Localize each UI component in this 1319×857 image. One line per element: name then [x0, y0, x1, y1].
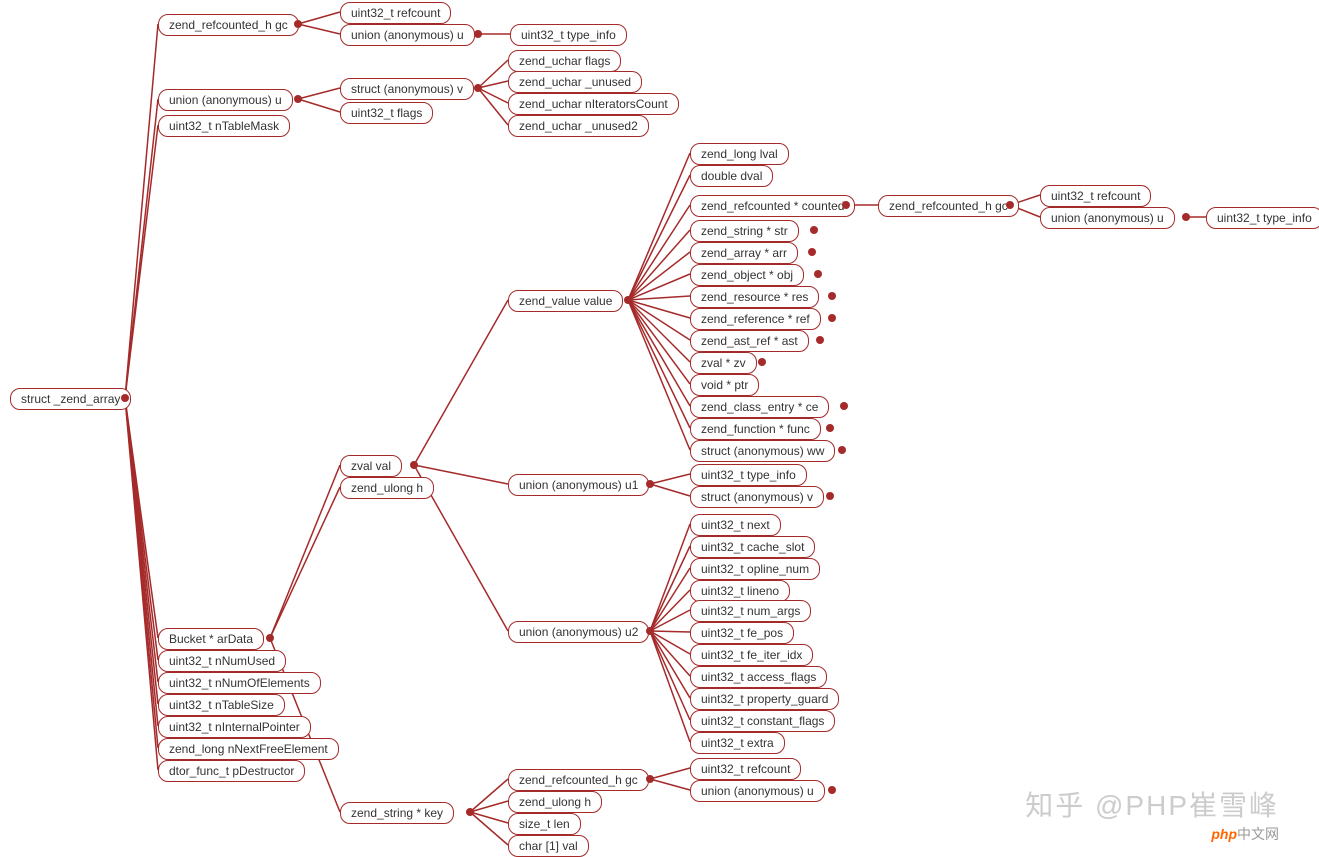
expand-dot[interactable]	[838, 446, 846, 454]
node-u2-num-args[interactable]: uint32_t num_args	[690, 600, 811, 622]
node-refcounted-union[interactable]: union (anonymous) u	[1040, 207, 1175, 229]
node-key-gc[interactable]: zend_refcounted_h gc	[508, 769, 649, 791]
node-u1-struct-v[interactable]: struct (anonymous) v	[690, 486, 824, 508]
node-u2-fe-iter[interactable]: uint32_t fe_iter_idx	[690, 644, 813, 666]
expand-dot[interactable]	[294, 20, 302, 28]
node-u1-type-info[interactable]: uint32_t type_info	[690, 464, 807, 486]
node-union-u1[interactable]: union (anonymous) u1	[508, 474, 649, 496]
node-key-len[interactable]: size_t len	[508, 813, 581, 835]
node-u2-next[interactable]: uint32_t next	[690, 514, 781, 536]
node-counted[interactable]: zend_refcounted * counted	[690, 195, 855, 217]
node-ast[interactable]: zend_ast_ref * ast	[690, 330, 809, 352]
node-uchar-niterators[interactable]: zend_uchar nIteratorsCount	[508, 93, 679, 115]
node-zv[interactable]: zval * zv	[690, 352, 757, 374]
expand-dot[interactable]	[828, 314, 836, 322]
node-u2-access-flags[interactable]: uint32_t access_flags	[690, 666, 827, 688]
expand-dot[interactable]	[842, 201, 850, 209]
node-func[interactable]: zend_function * func	[690, 418, 821, 440]
expand-dot[interactable]	[474, 84, 482, 92]
node-ntablemask[interactable]: uint32_t nTableMask	[158, 115, 290, 137]
expand-dot[interactable]	[121, 394, 129, 402]
node-string-key[interactable]: zend_string * key	[340, 802, 454, 824]
node-key-refcount[interactable]: uint32_t refcount	[690, 758, 801, 780]
node-zend-value[interactable]: zend_value value	[508, 290, 623, 312]
node-nnumused[interactable]: uint32_t nNumUsed	[158, 650, 286, 672]
node-ardata[interactable]: Bucket * arData	[158, 628, 264, 650]
node-union-u[interactable]: union (anonymous) u	[158, 89, 293, 111]
node-key-union[interactable]: union (anonymous) u	[690, 780, 825, 802]
node-u2-cache-slot[interactable]: uint32_t cache_slot	[690, 536, 815, 558]
node-zval-val[interactable]: zval val	[340, 455, 402, 477]
expand-dot[interactable]	[1182, 213, 1190, 221]
expand-dot[interactable]	[466, 808, 474, 816]
node-uchar-flags[interactable]: zend_uchar flags	[508, 50, 621, 72]
node-str[interactable]: zend_string * str	[690, 220, 799, 242]
node-gc[interactable]: zend_refcounted_h gc	[158, 14, 299, 36]
node-pdestructor[interactable]: dtor_func_t pDestructor	[158, 760, 305, 782]
node-key-h[interactable]: zend_ulong h	[508, 791, 602, 813]
expand-dot[interactable]	[646, 627, 654, 635]
node-refcounted-gc[interactable]: zend_refcounted_h gc	[878, 195, 1019, 217]
node-uchar-unused[interactable]: zend_uchar _unused	[508, 71, 642, 93]
node-flags[interactable]: uint32_t flags	[340, 102, 433, 124]
node-ntablesize[interactable]: uint32_t nTableSize	[158, 694, 285, 716]
expand-dot[interactable]	[828, 786, 836, 794]
node-res[interactable]: zend_resource * res	[690, 286, 819, 308]
node-nnextfreeelement[interactable]: zend_long nNextFreeElement	[158, 738, 339, 760]
expand-dot[interactable]	[840, 402, 848, 410]
node-root[interactable]: struct _zend_array	[10, 388, 131, 410]
node-nnumofelements[interactable]: uint32_t nNumOfElements	[158, 672, 321, 694]
expand-dot[interactable]	[1006, 201, 1014, 209]
node-u2-const-flags[interactable]: uint32_t constant_flags	[690, 710, 835, 732]
node-refcounted-refcount[interactable]: uint32_t refcount	[1040, 185, 1151, 207]
expand-dot[interactable]	[814, 270, 822, 278]
expand-dot[interactable]	[646, 480, 654, 488]
expand-dot[interactable]	[826, 424, 834, 432]
logo: php中文网	[1211, 824, 1279, 844]
node-lval[interactable]: zend_long lval	[690, 143, 789, 165]
expand-dot[interactable]	[474, 30, 482, 38]
expand-dot[interactable]	[816, 336, 824, 344]
node-union-u2[interactable]: union (anonymous) u	[340, 24, 475, 46]
node-type-info[interactable]: uint32_t type_info	[510, 24, 627, 46]
expand-dot[interactable]	[828, 292, 836, 300]
expand-dot[interactable]	[410, 461, 418, 469]
node-u2-extra[interactable]: uint32_t extra	[690, 732, 785, 754]
node-ninternalpointer[interactable]: uint32_t nInternalPointer	[158, 716, 311, 738]
node-ce[interactable]: zend_class_entry * ce	[690, 396, 829, 418]
node-u2-opline-num[interactable]: uint32_t opline_num	[690, 558, 820, 580]
node-union-u2[interactable]: union (anonymous) u2	[508, 621, 649, 643]
node-uchar-unused2[interactable]: zend_uchar _unused2	[508, 115, 649, 137]
node-u2-fe-pos[interactable]: uint32_t fe_pos	[690, 622, 794, 644]
expand-dot[interactable]	[758, 358, 766, 366]
node-refcounted-type-info[interactable]: uint32_t type_info	[1206, 207, 1319, 229]
expand-dot[interactable]	[810, 226, 818, 234]
node-u2-prop-guard[interactable]: uint32_t property_guard	[690, 688, 839, 710]
node-arr[interactable]: zend_array * arr	[690, 242, 798, 264]
expand-dot[interactable]	[808, 248, 816, 256]
node-ulong-h[interactable]: zend_ulong h	[340, 477, 434, 499]
node-dval[interactable]: double dval	[690, 165, 773, 187]
node-refcount[interactable]: uint32_t refcount	[340, 2, 451, 24]
node-obj[interactable]: zend_object * obj	[690, 264, 804, 286]
node-struct-v[interactable]: struct (anonymous) v	[340, 78, 474, 100]
expand-dot[interactable]	[624, 296, 632, 304]
expand-dot[interactable]	[266, 634, 274, 642]
node-ptr[interactable]: void * ptr	[690, 374, 759, 396]
watermark: 知乎 @PHP崔雪峰	[1025, 784, 1279, 824]
node-ww[interactable]: struct (anonymous) ww	[690, 440, 835, 462]
expand-dot[interactable]	[826, 492, 834, 500]
expand-dot[interactable]	[294, 95, 302, 103]
expand-dot[interactable]	[646, 775, 654, 783]
node-u2-lineno[interactable]: uint32_t lineno	[690, 580, 790, 602]
node-ref[interactable]: zend_reference * ref	[690, 308, 821, 330]
